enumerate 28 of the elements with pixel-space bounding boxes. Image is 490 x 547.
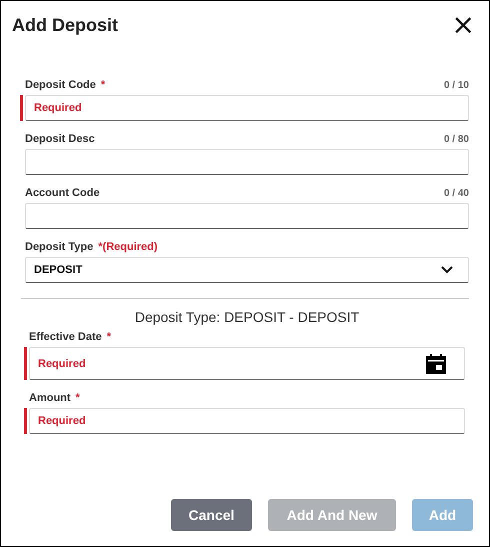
error-indicator: [24, 408, 27, 434]
dialog-title: Add Deposit: [12, 14, 118, 36]
chevron-down-icon: [440, 265, 454, 275]
date-field[interactable]: Required: [29, 347, 465, 380]
text-field[interactable]: Required: [25, 95, 469, 121]
close-button[interactable]: ×: [452, 13, 475, 37]
action-button[interactable]: Cancel: [171, 499, 252, 531]
required-mark: *: [100, 79, 106, 91]
character-counter: 0 / 40: [444, 188, 469, 199]
calendar-icon: [426, 354, 446, 374]
character-counter: 0 / 80: [444, 134, 469, 145]
field-label: Account Code: [25, 187, 100, 199]
field-label: Amount: [29, 392, 71, 404]
text-field[interactable]: [25, 203, 469, 229]
required-mark: *(Required): [98, 241, 158, 253]
dropdown-field[interactable]: DEPOSIT: [25, 257, 469, 283]
field-label: Deposit Type: [25, 241, 94, 253]
field-label: Deposit Desc: [25, 133, 95, 145]
text-field[interactable]: Required: [29, 408, 465, 434]
required-mark: *: [76, 392, 80, 404]
required-mark: *: [106, 331, 112, 343]
field-label: Effective Date: [29, 331, 102, 343]
error-indicator: [20, 95, 23, 121]
character-counter: 0 / 10: [444, 80, 469, 91]
text-field[interactable]: [25, 149, 469, 175]
field-label: Deposit Code: [25, 79, 96, 91]
summary-text: Deposit Type: DEPOSIT - DEPOSIT: [134, 309, 360, 325]
error-indicator: [24, 347, 27, 380]
